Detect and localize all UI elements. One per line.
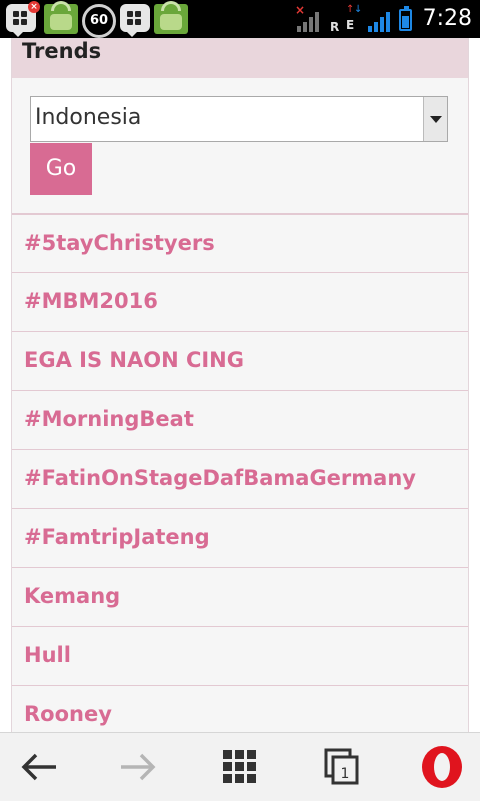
speed-dial-icon xyxy=(223,750,256,783)
chevron-down-icon[interactable] xyxy=(423,97,447,141)
forward-icon xyxy=(121,753,156,781)
list-item: #MBM2016 xyxy=(12,272,468,331)
trend-link[interactable]: #MorningBeat xyxy=(24,407,194,431)
edge-data-icon: ↑ ↓ E xyxy=(346,4,363,32)
back-button[interactable] xyxy=(0,733,80,801)
bbm-icon: × xyxy=(6,1,40,37)
trend-list: #5tayChristyers #MBM2016 EGA IS NAON CIN… xyxy=(12,213,468,744)
list-item: #FamtripJateng xyxy=(12,508,468,567)
clock: 7:28 xyxy=(422,6,472,31)
store-icon xyxy=(44,1,78,34)
trend-link[interactable]: #FatinOnStageDafBamaGermany xyxy=(24,466,416,490)
tabs-icon: 1 xyxy=(324,748,359,785)
opera-icon xyxy=(422,746,462,788)
battery-icon xyxy=(399,6,412,31)
list-item: #MorningBeat xyxy=(12,390,468,449)
tabs-button[interactable]: 1 xyxy=(302,733,382,801)
render-artifact xyxy=(469,428,480,448)
browser-toolbar: 1 xyxy=(0,732,480,801)
forward-button[interactable] xyxy=(97,733,177,801)
list-item: Hull xyxy=(12,626,468,685)
trend-link[interactable]: #FamtripJateng xyxy=(24,525,210,549)
trend-link[interactable]: EGA IS NAON CING xyxy=(24,348,244,372)
list-item: #5tayChristyers xyxy=(12,213,468,272)
trend-link[interactable]: Rooney xyxy=(24,702,112,726)
trends-panel: Trends Indonesia Go #5tayChristyers #MBM… xyxy=(11,38,469,738)
country-select-value: Indonesia xyxy=(35,105,142,130)
speed-dial-button[interactable] xyxy=(200,733,280,801)
trend-link[interactable]: Kemang xyxy=(24,584,120,608)
trends-header: Trends xyxy=(12,39,468,78)
back-icon xyxy=(21,753,56,781)
country-select[interactable]: Indonesia xyxy=(30,96,448,142)
list-item: EGA IS NAON CING xyxy=(12,331,468,390)
tabs-count: 1 xyxy=(341,766,350,782)
store-icon xyxy=(154,1,188,34)
no-signal-icon: × xyxy=(293,0,323,38)
list-item: Kemang xyxy=(12,567,468,626)
bbm-icon xyxy=(120,4,150,37)
list-item: #FatinOnStageDafBamaGermany xyxy=(12,449,468,508)
go-button[interactable]: Go xyxy=(30,143,92,195)
data-saver-60-icon: 60 xyxy=(82,4,116,38)
page-content: Trends Indonesia Go #5tayChristyers #MBM… xyxy=(0,38,480,738)
signal-icon xyxy=(368,0,394,38)
trend-link[interactable]: Hull xyxy=(24,643,71,667)
roaming-icon: R xyxy=(330,20,340,34)
trend-link[interactable]: #5tayChristyers xyxy=(24,231,215,255)
status-bar: × 60 × R ↑ ↓ E 7:28 xyxy=(0,0,480,38)
trend-link[interactable]: #MBM2016 xyxy=(24,289,158,313)
opera-menu-button[interactable] xyxy=(402,733,480,801)
trends-title: Trends xyxy=(22,39,102,63)
